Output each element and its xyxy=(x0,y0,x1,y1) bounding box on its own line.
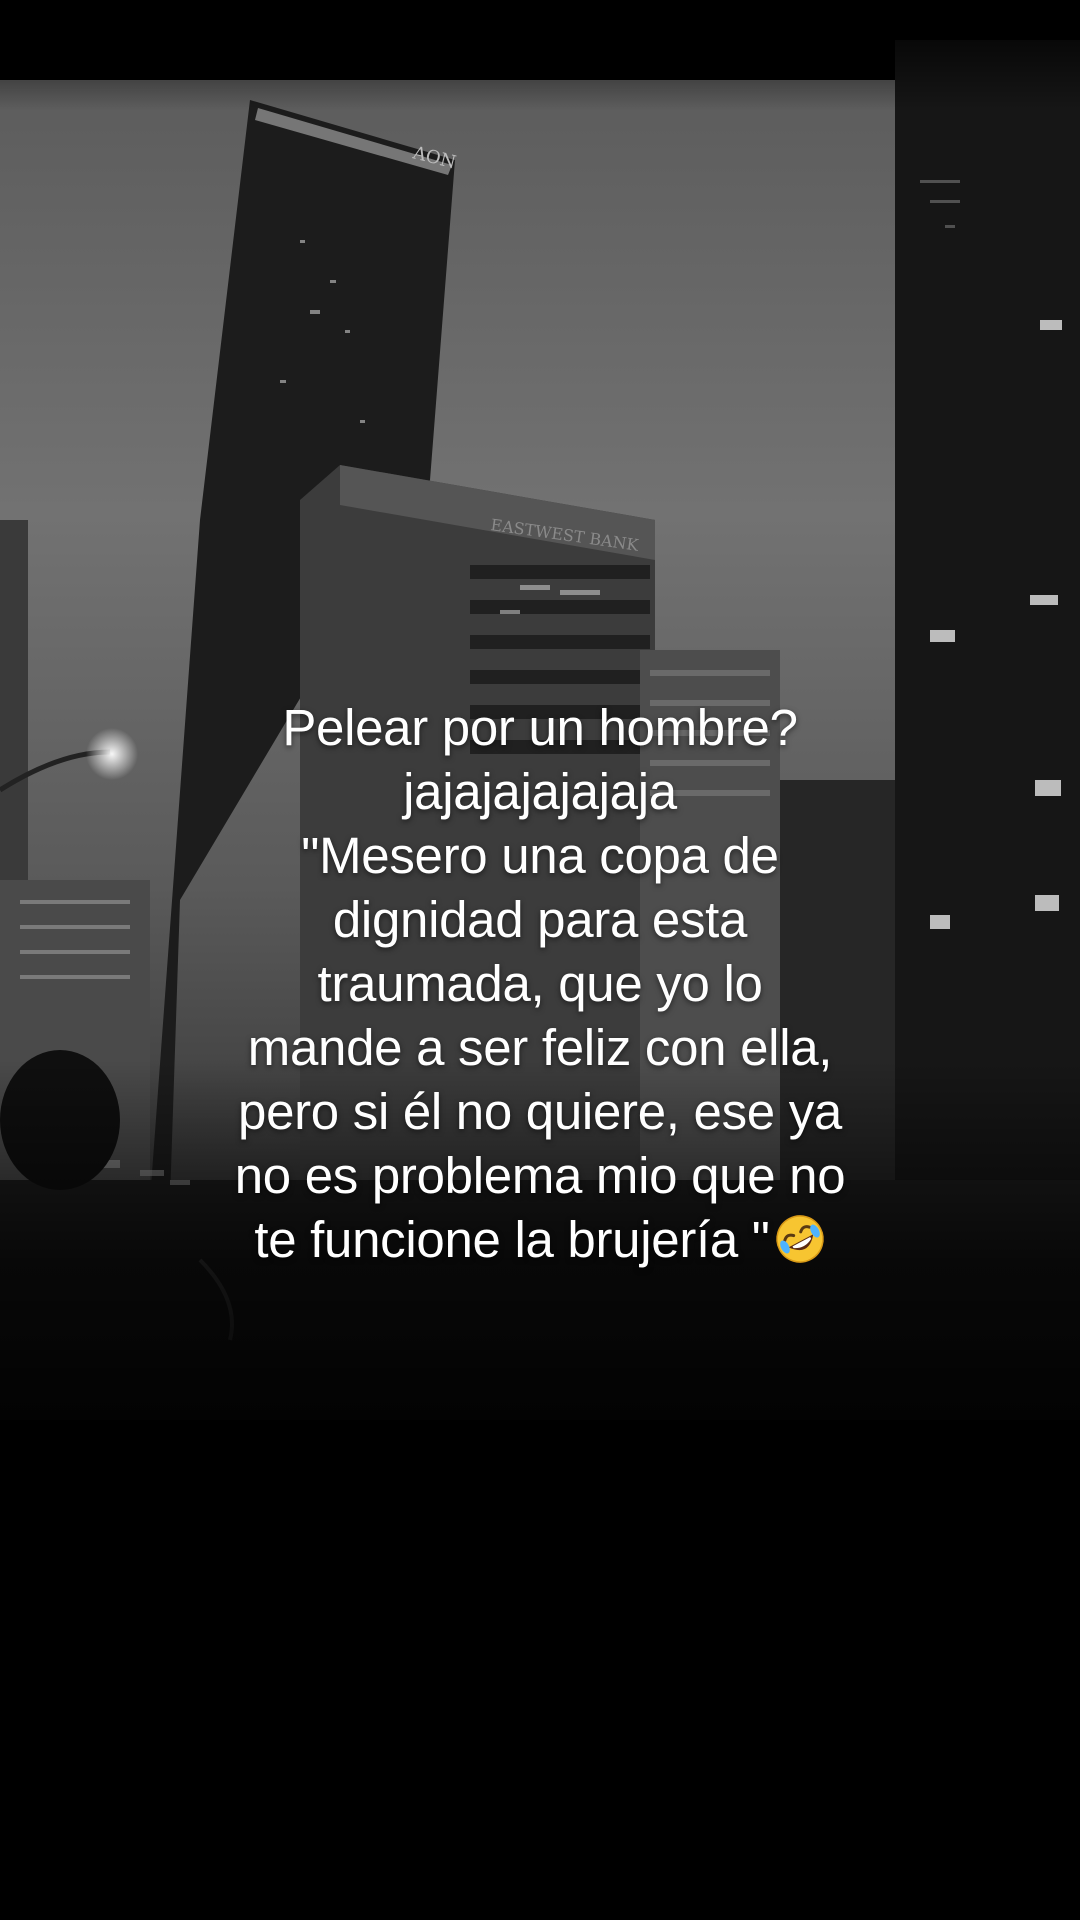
rolling-on-floor-laughing-emoji-icon xyxy=(774,1213,826,1265)
caption-line: Pelear por un hombre? xyxy=(282,699,798,756)
caption-line: mande a ser feliz con ella, xyxy=(247,1019,833,1076)
caption-line: pero si él no quiere, ese ya xyxy=(238,1083,842,1140)
street-lamp-light xyxy=(86,728,138,780)
video-frame: AON EASTWEST BANK Pelear por un hombre? … xyxy=(0,0,1080,1920)
bottom-black-area xyxy=(0,1480,1080,1920)
caption-line: dignidad para esta xyxy=(332,891,748,948)
caption-text: Pelear por un hombre? jajajajajajaja "Me… xyxy=(140,696,940,1272)
caption-line: "Mesero una copa de xyxy=(301,827,779,884)
caption-last-line: te funcione la brujería " xyxy=(140,1208,940,1272)
caption-line-text: te funcione la brujería " xyxy=(254,1211,770,1268)
caption-line: jajajajajajaja xyxy=(403,763,677,820)
caption-line: traumada, que yo lo xyxy=(317,955,763,1012)
top-fade xyxy=(0,0,1080,110)
caption-line: no es problema mio que no xyxy=(234,1147,846,1204)
